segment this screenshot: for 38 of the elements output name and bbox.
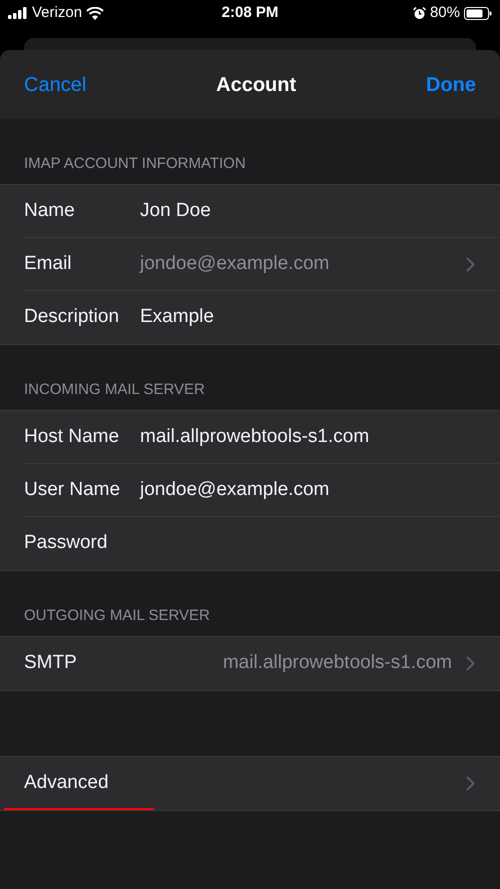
input-field[interactable]: jondoe@example.com [140, 476, 475, 505]
settings-row[interactable]: Name Jon Doe [0, 185, 500, 238]
settings-row[interactable]: SMTP mail.allprowebtools-s1.com [0, 637, 500, 690]
done-button[interactable]: Done [426, 70, 476, 100]
field-label: User Name [24, 478, 122, 502]
settings-row[interactable]: Description Example [0, 291, 500, 344]
section-header: IMAP ACCOUNT INFORMATION [24, 154, 246, 174]
row-label: Advanced [24, 771, 110, 796]
field-label: Password [24, 531, 108, 556]
row-label: SMTP [24, 651, 78, 676]
field-label: Name [24, 199, 76, 224]
chevron-icon [466, 656, 475, 671]
wifi-icon [86, 6, 104, 20]
section-header: OUTGOING MAIL SERVER [24, 606, 210, 626]
cancel-button[interactable]: Cancel [24, 70, 86, 100]
settings-row[interactable]: Password [0, 517, 500, 570]
battery-icon [464, 6, 492, 20]
battery-percent: 80% [430, 2, 460, 23]
settings-row[interactable]: Email jondoe@example.com [0, 238, 500, 291]
settings-row[interactable]: Host Name mail.allprowebtools-s1.com [0, 411, 500, 464]
row-value: mail.allprowebtools-s1.com [222, 651, 452, 676]
signal-icon [8, 7, 28, 19]
settings-row[interactable]: Advanced [0, 757, 500, 810]
sheet-title: Account [216, 72, 296, 98]
field-label: Description [24, 305, 120, 330]
field-label: Email [24, 252, 73, 276]
alarm-clock-icon [412, 6, 426, 20]
settings-row[interactable]: User Name jondoe@example.com [0, 464, 500, 517]
field-label: Host Name [24, 425, 120, 450]
field-value: jondoe@example.com [140, 252, 330, 276]
status-time: 2:08 PM [222, 2, 278, 23]
section-header: INCOMING MAIL SERVER [24, 380, 205, 400]
carrier-text: Verizon [32, 2, 82, 23]
chevron-icon [466, 776, 475, 791]
input-field[interactable]: Example [140, 303, 475, 332]
input-field[interactable]: mail.allprowebtools-s1.com [140, 423, 475, 452]
chevron-icon [466, 257, 475, 272]
input-field[interactable]: Jon Doe [140, 197, 475, 226]
